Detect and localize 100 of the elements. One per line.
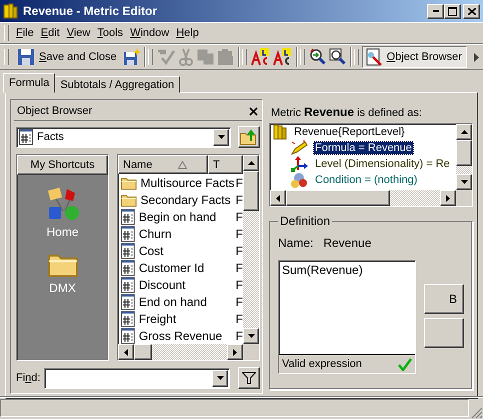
menu-item[interactable]: File <box>14 27 39 39</box>
dropdown-button[interactable] <box>212 370 228 386</box>
item-name[interactable]: Customer Id <box>138 260 236 274</box>
item-name[interactable]: Secondary Facts <box>140 192 236 206</box>
scroll-left-button[interactable] <box>270 190 286 206</box>
item-type: F <box>236 192 243 206</box>
scroll-thumb[interactable] <box>134 344 152 360</box>
fact-icon <box>121 276 135 292</box>
blank-button[interactable] <box>424 318 464 348</box>
side-button[interactable]: B <box>424 284 464 314</box>
shortcut-label[interactable]: DMX <box>49 281 76 295</box>
scroll-thumb[interactable] <box>456 140 472 166</box>
find-field[interactable] <box>44 368 230 388</box>
horizontal-scrollbar[interactable] <box>270 190 456 206</box>
item-type: F <box>236 312 243 326</box>
menu-item[interactable]: Edit <box>38 27 65 39</box>
zoom-icon[interactable] <box>328 48 347 66</box>
item-type: F <box>236 210 243 224</box>
window-title: Revenue - Metric Editor <box>23 4 158 18</box>
find-label: Find: <box>16 372 40 384</box>
folder-icon <box>121 192 137 206</box>
arrow-up-icon <box>460 129 468 135</box>
filter-button[interactable] <box>238 367 260 389</box>
scroll-right-button[interactable] <box>227 344 243 360</box>
arrow-down-icon <box>216 375 224 381</box>
item-name[interactable]: End on hand <box>138 294 236 308</box>
metric-heading: Metric Revenue is defined as: <box>271 105 423 119</box>
vertical-scrollbar[interactable] <box>243 155 259 344</box>
tab[interactable]: Formula <box>3 73 56 93</box>
item-name[interactable]: Churn <box>138 226 236 240</box>
shortcuts-header[interactable]: My Shortcuts <box>17 155 108 175</box>
more-icon[interactable] <box>474 52 479 62</box>
panel-title: Object Browser <box>17 105 92 117</box>
minimize-icon <box>432 10 438 12</box>
minimize-button[interactable] <box>427 4 444 18</box>
save-and-close-button[interactable]: Save and Close <box>14 46 122 68</box>
pencil-icon <box>290 140 308 156</box>
scroll-down-button[interactable] <box>456 174 472 190</box>
name-value: Revenue <box>323 236 372 250</box>
browser-icon <box>364 48 383 66</box>
column-header[interactable]: Name <box>118 155 208 174</box>
item-type: F <box>236 328 243 342</box>
fact-icon <box>121 260 135 276</box>
menu-item[interactable]: Help <box>174 27 204 39</box>
close-icon[interactable] <box>249 106 258 116</box>
vertical-scrollbar[interactable] <box>456 124 472 190</box>
name-label: Name: <box>278 236 314 250</box>
tree-item[interactable]: Revenue{ReportLevel} <box>292 125 407 139</box>
menu-item[interactable]: Window <box>128 27 174 39</box>
arrow-left-icon <box>123 348 129 356</box>
horizontal-scrollbar[interactable] <box>118 344 243 360</box>
zoom-icon[interactable] <box>308 48 327 66</box>
shortcut-label[interactable]: Home <box>46 225 78 239</box>
arrow-down-icon <box>246 333 256 339</box>
balls-icon <box>290 172 308 188</box>
scroll-down-button[interactable] <box>243 328 259 344</box>
arrow-up-icon <box>246 160 256 166</box>
axes-icon <box>290 156 308 172</box>
scroll-up-button[interactable] <box>243 155 259 171</box>
item-name[interactable]: Begin on hand <box>138 210 236 224</box>
item-type: F <box>236 278 243 292</box>
scroll-thumb[interactable] <box>286 190 390 206</box>
menu-item[interactable]: View <box>64 27 96 39</box>
close-button[interactable] <box>463 4 480 18</box>
formula-editor[interactable]: Sum(Revenue) Valid expression <box>278 260 416 374</box>
arrow-down-icon <box>216 134 226 140</box>
scroll-left-button[interactable] <box>118 344 134 360</box>
item-name[interactable]: Gross Revenue <box>138 328 236 342</box>
save-new-icon[interactable] <box>122 48 141 66</box>
floppy-icon <box>17 48 35 66</box>
item-name[interactable]: Multisource Facts <box>140 176 236 190</box>
maximize-button[interactable] <box>444 4 461 18</box>
scroll-right-button[interactable] <box>440 190 456 206</box>
item-name[interactable]: Freight <box>138 312 236 326</box>
tab[interactable]: Subtotals / Aggregation <box>54 76 180 93</box>
tree-item[interactable]: Formula = Revenue <box>313 141 414 155</box>
fact-icon <box>121 310 135 326</box>
tree-item[interactable]: Level (Dimensionality) = Re <box>313 157 452 171</box>
parent-folder-button[interactable] <box>238 126 260 148</box>
tree-item[interactable]: Condition = (nothing) <box>313 173 420 187</box>
resize-grip-icon[interactable] <box>471 407 483 419</box>
item-name[interactable]: Discount <box>138 278 236 292</box>
dropdown-button[interactable] <box>213 128 229 146</box>
fact-icon <box>121 294 135 310</box>
spelling-icon[interactable] <box>272 48 293 66</box>
arrow-right-icon <box>445 194 451 202</box>
menu-item[interactable]: Tools <box>95 27 128 39</box>
item-type: F <box>236 294 243 308</box>
item-name[interactable]: Cost <box>138 244 236 258</box>
object-browser-button[interactable]: Object Browser <box>362 46 467 68</box>
scroll-thumb[interactable] <box>243 171 259 211</box>
column-header[interactable]: T <box>208 155 243 174</box>
sort-icon <box>178 160 188 168</box>
app-icon <box>3 3 19 19</box>
formula-text[interactable]: Sum(Revenue) <box>279 261 415 354</box>
folder-dropdown[interactable]: Facts <box>16 126 231 148</box>
maximize-icon <box>448 6 457 16</box>
scroll-up-button[interactable] <box>456 124 472 140</box>
spelling-icon[interactable] <box>250 48 271 66</box>
arrow-left-icon <box>275 194 281 202</box>
